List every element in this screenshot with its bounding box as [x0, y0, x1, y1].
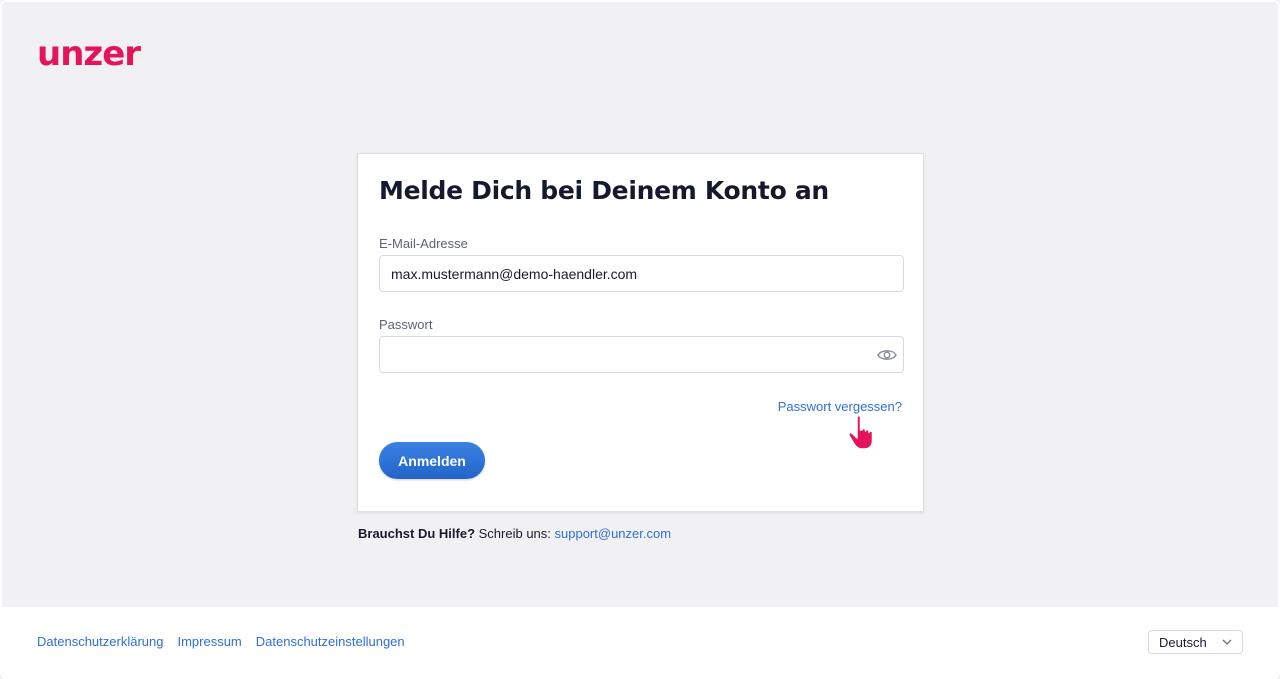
password-field[interactable] [379, 336, 904, 373]
privacy-settings-link[interactable]: Datenschutzeinstellungen [256, 634, 405, 649]
page-title: Melde Dich bei Deinem Konto an [379, 176, 829, 205]
imprint-link[interactable]: Impressum [177, 634, 241, 649]
footer-links: Datenschutzerklärung Impressum Datenschu… [37, 634, 405, 649]
language-select[interactable]: Deutsch [1148, 630, 1243, 654]
support-email-link[interactable]: support@unzer.com [555, 526, 672, 541]
help-text: Brauchst Du Hilfe? Schreib uns: support@… [358, 526, 671, 541]
forgot-password-link[interactable]: Passwort vergessen? [778, 399, 902, 414]
login-button[interactable]: Anmelden [379, 442, 485, 479]
unzer-logo: unzer [37, 34, 141, 74]
chevron-down-icon [1222, 639, 1232, 645]
email-field[interactable] [379, 255, 904, 292]
privacy-policy-link[interactable]: Datenschutzerklärung [37, 634, 163, 649]
hand-pointer-icon [848, 414, 874, 450]
login-card: Melde Dich bei Deinem Konto an E-Mail-Ad… [357, 153, 924, 512]
email-label: E-Mail-Adresse [379, 236, 468, 251]
help-caption: Schreib uns: [475, 526, 555, 541]
help-bold: Brauchst Du Hilfe? [358, 526, 476, 541]
password-label: Passwort [379, 317, 433, 332]
language-value: Deutsch [1159, 634, 1207, 650]
eye-icon[interactable] [877, 347, 897, 363]
footer: Datenschutzerklärung Impressum Datenschu… [2, 607, 1278, 677]
